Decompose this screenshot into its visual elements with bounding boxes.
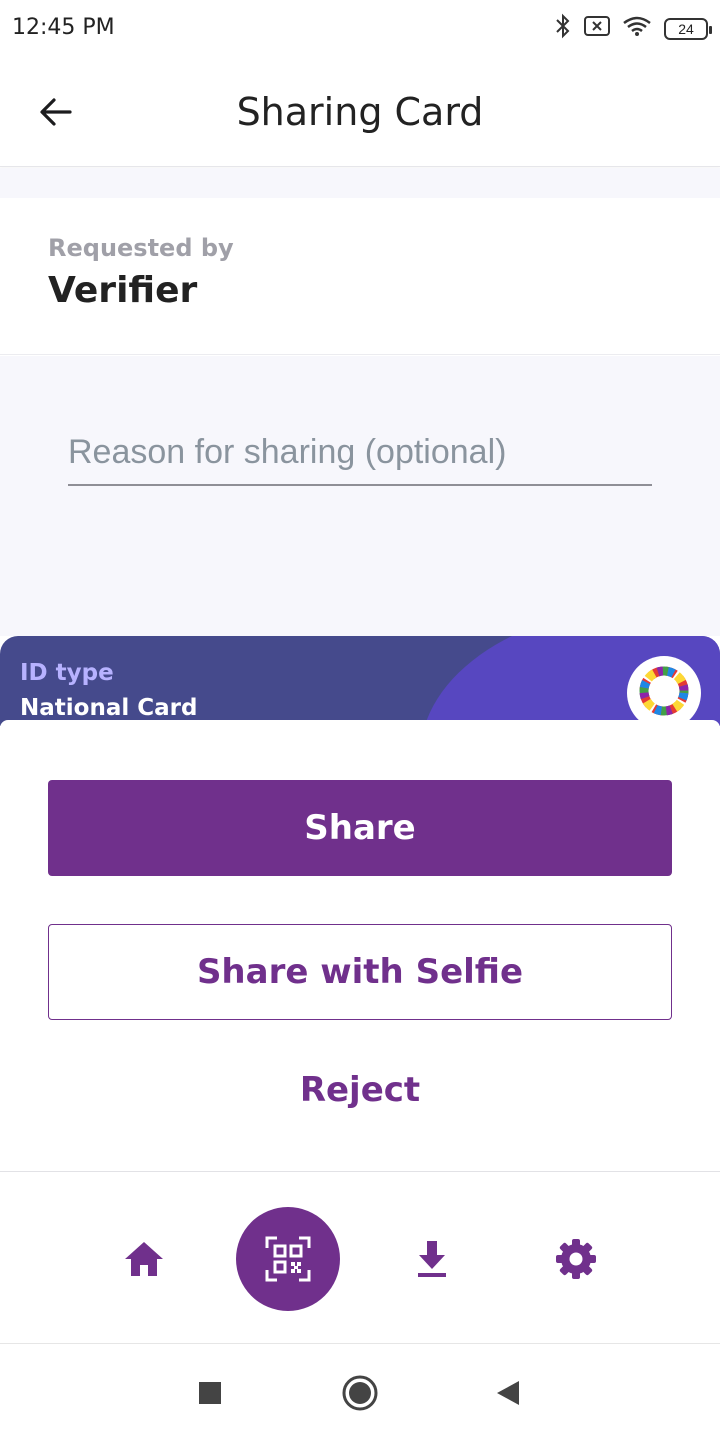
page-title: Sharing Card	[236, 90, 484, 134]
requester-section: Requested by Verifier	[0, 198, 720, 355]
app-header: Sharing Card	[0, 56, 720, 167]
requested-by-label: Requested by	[48, 234, 234, 262]
recents-button[interactable]	[190, 1373, 230, 1413]
share-with-selfie-button[interactable]: Share with Selfie	[48, 924, 672, 1020]
id-card[interactable]: ID type National Card	[0, 636, 720, 726]
home-icon	[125, 1242, 163, 1276]
back-triangle-icon	[497, 1381, 519, 1405]
qr-scan-icon	[265, 1236, 311, 1282]
status-bar: 12:45 PM 24	[0, 0, 720, 56]
battery-icon: 24	[664, 17, 712, 40]
bluetooth-icon	[554, 13, 572, 44]
share-button[interactable]: Share	[48, 780, 672, 876]
tab-settings[interactable]	[552, 1235, 600, 1283]
reject-button[interactable]: Reject	[200, 1056, 520, 1124]
header-divider-strip	[0, 168, 720, 198]
sim-off-icon	[584, 15, 610, 42]
home-circle-icon	[342, 1375, 378, 1411]
id-type-label: ID type	[20, 660, 114, 686]
id-type-value: National Card	[20, 695, 198, 721]
tab-scan[interactable]	[236, 1207, 340, 1311]
recents-square-icon	[199, 1382, 221, 1404]
reason-input[interactable]	[68, 420, 652, 486]
bottom-tab-bar	[0, 1173, 720, 1344]
back-nav-button[interactable]	[488, 1373, 528, 1413]
tab-download[interactable]	[408, 1235, 456, 1283]
gear-icon	[556, 1239, 596, 1279]
download-icon	[418, 1241, 446, 1277]
mosip-logo	[627, 656, 701, 726]
status-time: 12:45 PM	[12, 15, 115, 40]
tab-home[interactable]	[120, 1235, 168, 1283]
requester-name: Verifier	[48, 270, 198, 311]
status-icons: 24	[554, 13, 712, 44]
action-sheet: Share Share with Selfie Reject	[0, 720, 720, 1172]
home-nav-button[interactable]	[338, 1371, 382, 1415]
system-nav-bar	[0, 1345, 720, 1440]
wifi-icon	[622, 15, 652, 42]
reason-section	[0, 356, 720, 636]
